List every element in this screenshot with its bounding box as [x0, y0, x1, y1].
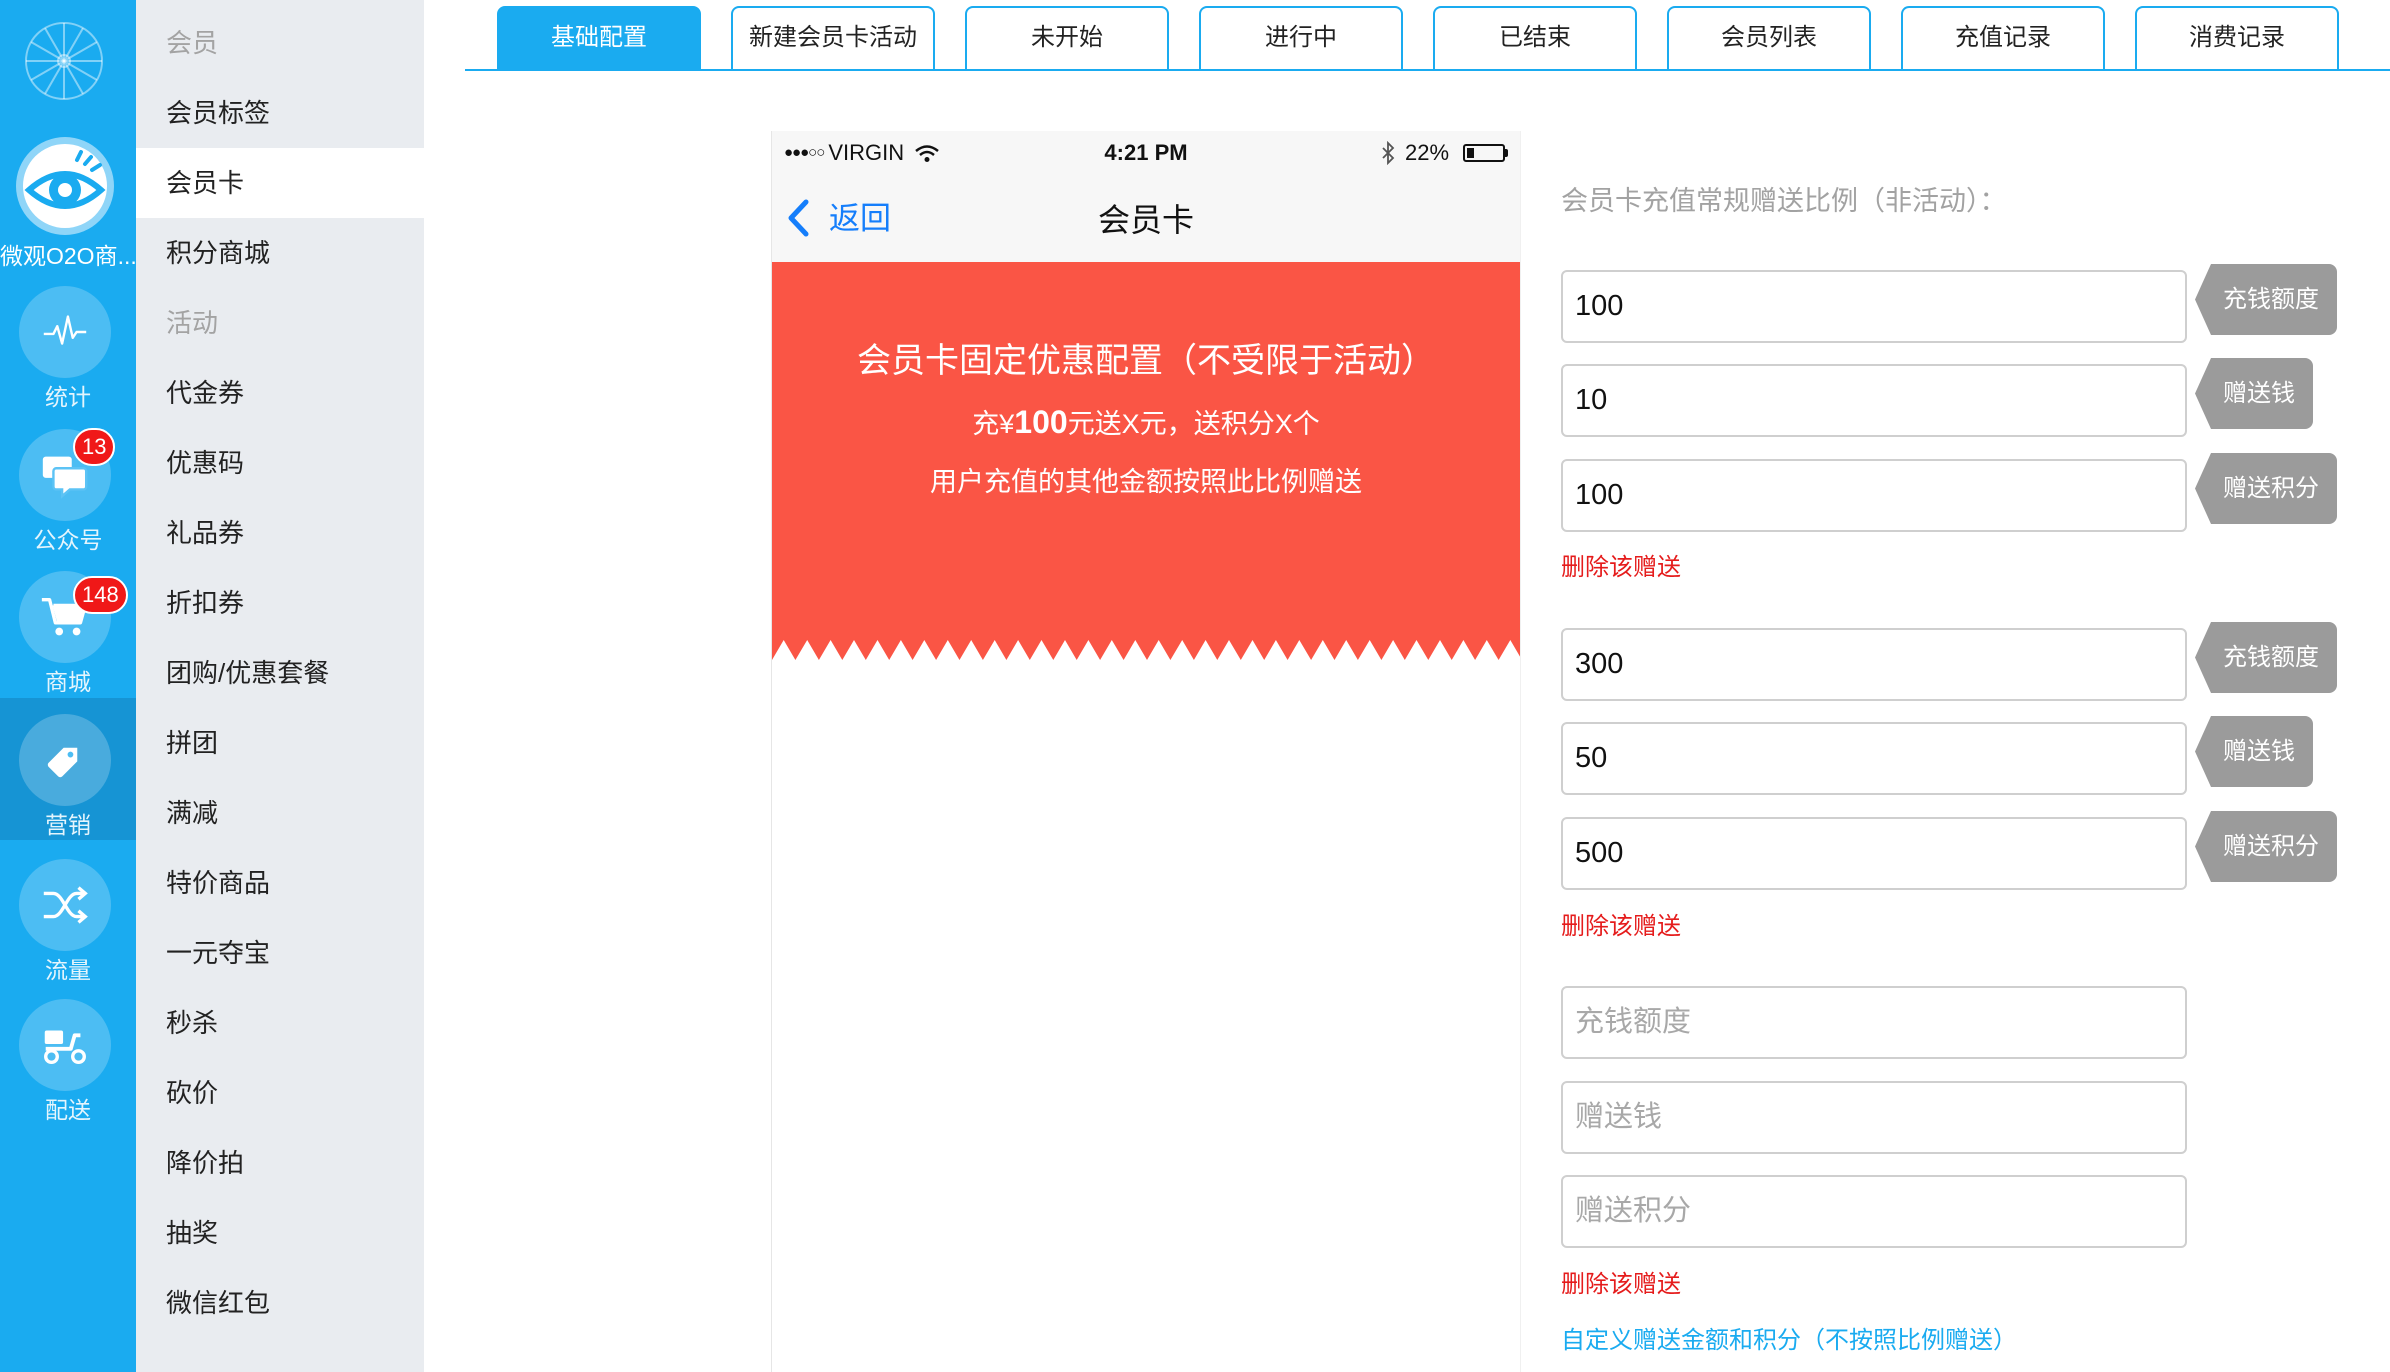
rail-label: 营销 — [45, 812, 91, 838]
member-card-banner: 会员卡固定优惠配置（不受限于活动） 充¥100元送X元，送积分X个 用户充值的其… — [772, 262, 1520, 660]
menu-item-special-offers[interactable]: 特价商品 — [136, 848, 424, 918]
bonus-points-input[interactable] — [1561, 1175, 2187, 1248]
banner-note: 用户充值的其他金额按照此比例赠送 — [930, 467, 1362, 497]
shuffle-icon — [19, 859, 111, 951]
tab-new-card-activity[interactable]: 新建会员卡活动 — [731, 6, 935, 69]
menu-item-full-reduction[interactable]: 满减 — [136, 778, 424, 848]
phone-page-title: 会员卡 — [1097, 202, 1194, 238]
bonus-money-input[interactable] — [1561, 722, 2187, 795]
menu-item-lottery[interactable]: 抽奖 — [136, 1198, 424, 1268]
banner-title: 会员卡固定优惠配置（不受限于活动） — [857, 342, 1435, 380]
rail-item-marketing[interactable]: 营销 — [0, 698, 136, 840]
recharge-amount-input[interactable] — [1561, 986, 2187, 1059]
battery-fill — [1467, 148, 1475, 158]
banner-offer: 充¥100元送X元，送积分X个 — [772, 402, 1520, 442]
menu-item-wechat-red-packet[interactable]: 微信红包 — [136, 1268, 424, 1338]
menu-item-points-mall[interactable]: 积分商城 — [136, 218, 424, 288]
tab-ended[interactable]: 已结束 — [1433, 6, 1637, 69]
bonus-points-tag: 赠送积分 — [2195, 811, 2337, 882]
rail-item-mall[interactable]: 148 商城 — [0, 555, 136, 697]
menu-item-gift-coupons[interactable]: 礼品券 — [136, 498, 424, 568]
tab-recharge-records[interactable]: 充值记录 — [1901, 6, 2105, 69]
scooter-icon — [19, 999, 111, 1091]
delete-rule-link[interactable]: 删除该赠送 — [1561, 553, 1681, 583]
menu-item-promo-codes[interactable]: 优惠码 — [136, 428, 424, 498]
phone-nav-bar: 返回 会员卡 — [772, 175, 1520, 262]
offer-prefix: 充¥ — [972, 409, 1015, 439]
bluetooth-icon — [1382, 141, 1395, 165]
menu-item-one-yuan-raffle[interactable]: 一元夺宝 — [136, 918, 424, 988]
menu-item-pintuan[interactable]: 拼团 — [136, 708, 424, 778]
recharge-amount-input[interactable] — [1561, 270, 2187, 343]
form-title: 会员卡充值常规赠送比例（非活动）： — [1561, 186, 2007, 216]
bonus-points-tag: 赠送积分 — [2195, 453, 2337, 524]
icon-rail: 微观O2O商... 统计 13 公众号 148 商城 营销 流量 配送 — [0, 0, 136, 1372]
phone-preview: ●●●○○ VIRGIN 4:21 PM 22% 返回 会员卡 会员卡固定优惠配… — [771, 131, 1521, 1372]
rail-item-delivery[interactable]: 配送 — [0, 983, 136, 1125]
menu-item-bargain[interactable]: 砍价 — [136, 1058, 424, 1128]
tab-in-progress[interactable]: 进行中 — [1199, 6, 1403, 69]
rail-label: 流量 — [45, 957, 91, 983]
bonus-money-input[interactable] — [1561, 364, 2187, 437]
rail-item-stats[interactable]: 统计 — [0, 270, 136, 412]
recharge-amount-tag: 充钱额度 — [2195, 622, 2337, 693]
rail-label: 公众号 — [33, 527, 103, 553]
recharge-amount-input[interactable] — [1561, 628, 2187, 701]
phone-status-bar: ●●●○○ VIRGIN 4:21 PM 22% — [772, 131, 1520, 175]
bonus-money-tag: 赠送钱 — [2195, 358, 2313, 429]
battery-icon — [1463, 144, 1505, 162]
app-name[interactable]: 微观O2O商... — [0, 240, 136, 272]
menu-item-member-card[interactable]: 会员卡 — [136, 148, 424, 218]
menu-item-flash-sale[interactable]: 秒杀 — [136, 988, 424, 1058]
tab-member-list[interactable]: 会员列表 — [1667, 6, 1871, 69]
rail-item-official-account[interactable]: 13 公众号 — [0, 413, 136, 555]
menu-section-activity: 活动 — [166, 308, 219, 338]
tab-consumption-records[interactable]: 消费记录 — [2135, 6, 2339, 69]
tab-bar: 基础配置 新建会员卡活动 未开始 进行中 已结束 会员列表 充值记录 消费记录 — [465, 0, 2390, 71]
battery-percent: 22% — [1405, 140, 1450, 165]
notification-badge: 13 — [73, 428, 116, 466]
bonus-money-tag: 赠送钱 — [2195, 716, 2313, 787]
menu-item-group-buy[interactable]: 团购/优惠套餐 — [136, 638, 424, 708]
tab-basic-config[interactable]: 基础配置 — [497, 6, 701, 69]
bonus-points-input[interactable] — [1561, 817, 2187, 890]
bonus-money-input[interactable] — [1561, 1081, 2187, 1154]
recharge-amount-tag: 充钱额度 — [2195, 264, 2337, 335]
menu-item-discount-coupons[interactable]: 折扣券 — [136, 568, 424, 638]
rail-label: 统计 — [45, 384, 91, 410]
secondary-menu: 会员 会员标签 会员卡 积分商城 活动 代金券 优惠码 礼品券 折扣券 团购/优… — [136, 0, 424, 1372]
battery-nub — [1505, 149, 1508, 157]
pulse-icon — [19, 286, 111, 378]
rail-label: 配送 — [45, 1097, 91, 1123]
delete-rule-link[interactable]: 删除该赠送 — [1561, 912, 1681, 942]
menu-item-member-tags[interactable]: 会员标签 — [136, 78, 424, 148]
menu-item-vouchers[interactable]: 代金券 — [136, 358, 424, 428]
tab-not-started[interactable]: 未开始 — [965, 6, 1169, 69]
menu-section-member: 会员 — [166, 28, 219, 58]
rail-item-traffic[interactable]: 流量 — [0, 843, 136, 985]
notification-badge: 148 — [73, 576, 128, 614]
delete-rule-link[interactable]: 删除该赠送 — [1561, 1270, 1681, 1300]
wheel-icon[interactable] — [23, 20, 105, 102]
custom-bonus-link[interactable]: 自定义赠送金额和积分（不按照比例赠送） — [1561, 1326, 2017, 1356]
menu-item-dutch-auction[interactable]: 降价拍 — [136, 1128, 424, 1198]
offer-suffix: 元送X元，送积分X个 — [1067, 409, 1320, 439]
banner-zigzag-edge — [772, 640, 1520, 660]
tag-icon — [19, 714, 111, 806]
rail-label: 商城 — [45, 669, 91, 695]
offer-amount: 100 — [1014, 404, 1068, 440]
eye-logo-icon[interactable] — [15, 136, 115, 236]
bonus-points-input[interactable] — [1561, 459, 2187, 532]
